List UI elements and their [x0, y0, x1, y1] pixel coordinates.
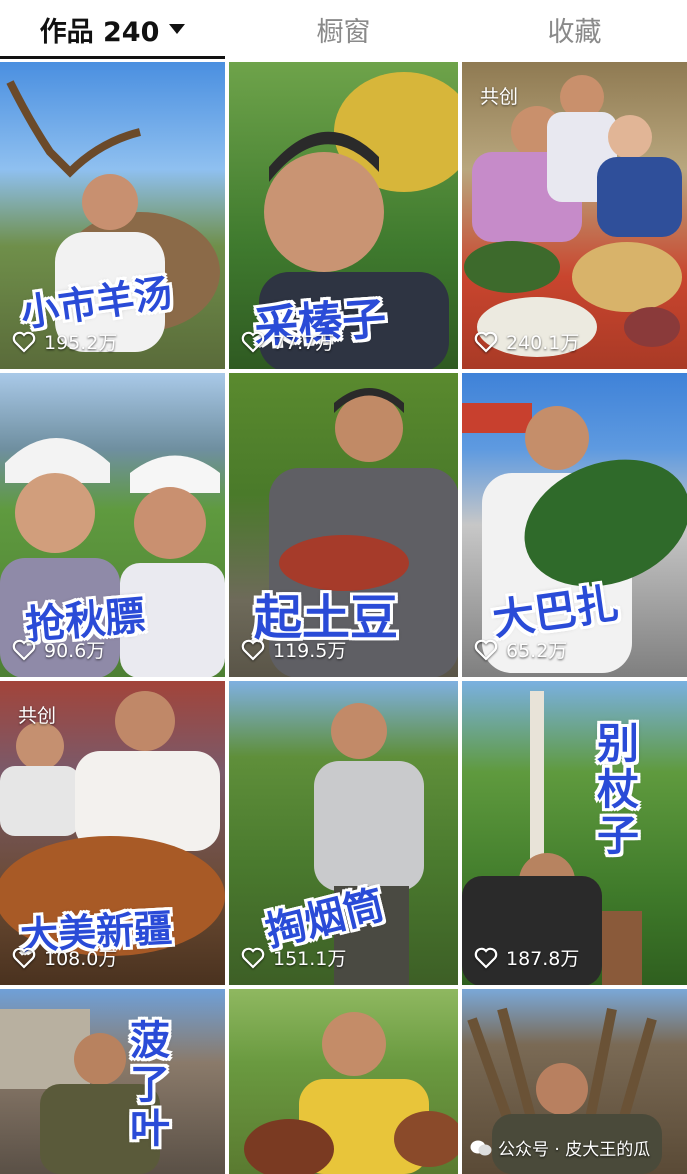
like-count: 65.2万 [474, 636, 567, 663]
heart-icon [241, 639, 265, 661]
like-count: 151.1万 [241, 944, 346, 971]
tab-favorites-label: 收藏 [547, 16, 602, 48]
video-tile-4[interactable]: 抢秋膘 90.6万 [0, 373, 225, 677]
video-caption: 别杖子 [597, 719, 640, 860]
co-create-badge: 共创 [480, 86, 519, 108]
heart-icon [12, 331, 36, 353]
video-grid: 小市羊汤 195.2万 采榛子 77.7万 共创 240.1万 抢秋膘 90.6… [0, 62, 687, 1174]
like-count: 240.1万 [474, 328, 579, 355]
like-count-text: 187.8万 [506, 948, 580, 970]
video-tile-11[interactable] [229, 989, 458, 1174]
heart-icon [474, 331, 498, 353]
watermark-text: 公众号 · 皮大王的瓜 [498, 1140, 651, 1160]
like-count: 108.0万 [12, 944, 117, 971]
video-tile-3[interactable]: 共创 240.1万 [462, 62, 687, 369]
tab-works-label: 作品 240 [39, 16, 160, 48]
video-caption: 菠了叶 [130, 1018, 170, 1152]
like-count-text: 90.6万 [44, 640, 106, 662]
heart-icon [12, 639, 36, 661]
video-tile-10[interactable]: 菠了叶 [0, 989, 225, 1174]
like-count: 90.6万 [12, 636, 105, 663]
wechat-icon [470, 1140, 492, 1155]
profile-tabs: 作品 240 橱窗 收藏 [0, 0, 687, 59]
video-tile-8[interactable]: 掏烟筒 151.1万 [229, 681, 458, 985]
like-count: 77.7万 [241, 328, 334, 355]
video-tile-2[interactable]: 采榛子 77.7万 [229, 62, 458, 369]
heart-icon [474, 947, 498, 969]
co-create-badge: 共创 [18, 705, 57, 727]
like-count: 195.2万 [12, 328, 117, 355]
video-tile-1[interactable]: 小市羊汤 195.2万 [0, 62, 225, 369]
tab-showcase-label: 橱窗 [316, 16, 371, 48]
heart-icon [474, 639, 498, 661]
tab-favorites[interactable]: 收藏 [462, 0, 687, 58]
tab-works[interactable]: 作品 240 [0, 0, 225, 58]
like-count-text: 195.2万 [44, 332, 118, 354]
watermark: 公众号 · 皮大王的瓜 [470, 1135, 650, 1160]
thumbnail-scene [244, 1012, 458, 1174]
like-count-text: 151.1万 [273, 948, 347, 970]
video-tile-9[interactable]: 别杖子 187.8万 [462, 681, 687, 985]
video-tile-7[interactable]: 共创 大美新疆 108.0万 [0, 681, 225, 985]
active-tab-indicator [0, 56, 225, 59]
like-count-text: 119.5万 [273, 640, 347, 662]
thumbnail-scene [0, 1009, 160, 1174]
like-count-text: 65.2万 [506, 640, 568, 662]
tab-showcase[interactable]: 橱窗 [229, 0, 458, 58]
like-count: 119.5万 [241, 636, 346, 663]
like-count: 187.8万 [474, 944, 579, 971]
heart-icon [241, 331, 265, 353]
heart-icon [241, 947, 265, 969]
like-count-text: 240.1万 [506, 332, 580, 354]
video-tile-5[interactable]: 起土豆 119.5万 [229, 373, 458, 677]
heart-icon [12, 947, 36, 969]
like-count-text: 77.7万 [273, 332, 335, 354]
caret-down-icon[interactable] [169, 24, 186, 34]
like-count-text: 108.0万 [44, 948, 118, 970]
video-tile-6[interactable]: 大巴扎 65.2万 [462, 373, 687, 677]
